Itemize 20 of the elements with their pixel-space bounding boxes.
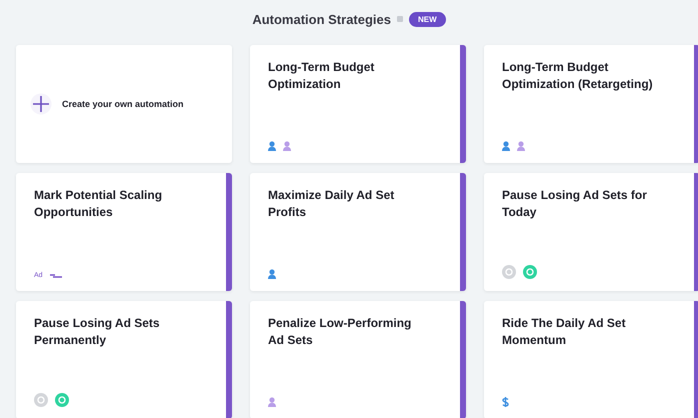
- plus-icon: [30, 93, 52, 115]
- strategy-title: Pause Losing Ad Sets Permanently: [34, 315, 161, 349]
- page-title: Automation Strategies: [252, 12, 391, 26]
- strategy-title: Penalize Low-Performing Ad Sets: [268, 315, 412, 349]
- create-label: Create your own automation: [62, 99, 184, 109]
- new-badge: NEW: [409, 12, 446, 26]
- strategy-card[interactable]: Maximize Daily Ad Set Profits: [250, 173, 466, 291]
- strategy-title: Mark Potential Scaling Opportunities: [34, 187, 164, 221]
- strategy-card[interactable]: Pause Losing Ad Sets for Today: [484, 173, 698, 291]
- strategy-title: Long-Term Budget Optimization: [268, 59, 376, 93]
- strategy-card[interactable]: Long-Term Budget Optimization: [250, 45, 466, 163]
- strategy-card[interactable]: Ride The Daily Ad Set Momentum: [484, 301, 698, 418]
- strategy-card[interactable]: Long-Term Budget Optimization (Retargeting): [484, 45, 698, 163]
- strategy-card[interactable]: Pause Losing Ad Sets Permanently: [16, 301, 232, 418]
- strategy-title: Pause Losing Ad Sets for Today: [502, 187, 648, 221]
- strategy-title: Ride The Daily Ad Set Momentum: [502, 315, 627, 349]
- strategy-title: Maximize Daily Ad Set Profits: [268, 187, 396, 221]
- create-automation-card[interactable]: Create your own automation: [16, 45, 232, 163]
- strategy-title: Long-Term Budget Optimization (Retargeting): [502, 59, 654, 93]
- strategy-card[interactable]: Penalize Low-Performing Ad Sets: [250, 301, 466, 418]
